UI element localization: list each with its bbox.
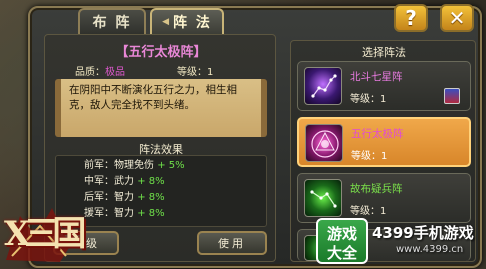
- formation-card-level: 等级：1: [350, 94, 387, 105]
- effect-row-middle: 中军：武力 + 8%: [84, 174, 266, 190]
- effect-bonus: + 5%: [157, 160, 185, 171]
- formation-description: 在阴阳中不断演化五行之力，相生相克，敌人完全找不到头绪。: [69, 84, 237, 111]
- formation-card-level: 等级：1: [351, 151, 388, 162]
- formation-title: 【五行太极阵】: [115, 45, 207, 60]
- watermark-badge-bottom: 大全: [326, 244, 357, 262]
- tab-arrow-icon: ◀: [162, 17, 172, 27]
- tab-deploy[interactable]: 布 阵: [78, 8, 146, 34]
- formation-card-name: 北斗七星阵: [350, 71, 403, 83]
- taiji-circle-icon: [305, 124, 343, 162]
- help-icon: ?: [405, 6, 417, 30]
- watermark-name: 4399手机游戏: [372, 224, 474, 242]
- game-logo-text: X三国: [4, 214, 86, 254]
- tab-formation-label: 阵 法: [173, 15, 212, 31]
- tab-formation[interactable]: ◀ 阵 法: [150, 8, 224, 34]
- effect-attribute: 武力: [114, 176, 134, 187]
- select-panel-title: 选择阵法: [362, 46, 406, 59]
- help-button[interactable]: ?: [394, 4, 428, 32]
- effect-attribute: 智力: [114, 192, 134, 203]
- formation-card-level: 等级：1: [350, 206, 387, 217]
- effect-attribute: 智力: [114, 208, 134, 219]
- effect-row-rear: 后军：智力 + 8%: [84, 190, 266, 206]
- effect-position: 前军：: [84, 160, 114, 171]
- formation-level: 等级：1: [177, 67, 214, 78]
- formation-card-name: 五行太极阵: [351, 128, 404, 140]
- close-button[interactable]: ✕: [440, 4, 474, 32]
- quality-value: 极品: [105, 67, 125, 78]
- effect-bonus: + 8%: [137, 192, 165, 203]
- watermark-badge: 游戏 大全: [316, 218, 368, 264]
- formation-card-five-elements[interactable]: 五行太极阵 等级：1: [297, 117, 471, 167]
- effect-position: 援军：: [84, 208, 114, 219]
- effect-bonus: + 8%: [137, 176, 165, 187]
- use-button[interactable]: 使用: [197, 231, 267, 255]
- effect-position: 后军：: [84, 192, 114, 203]
- watermark-badge-top: 游戏: [326, 225, 357, 243]
- formation-card-big-dipper[interactable]: 北斗七星阵 等级：1: [297, 61, 471, 111]
- star-constellation-icon: [304, 67, 342, 105]
- effects-list: 前军：物理免伤 + 5% 中军：武力 + 8% 后军：智力 + 8% 援军：智力…: [55, 155, 267, 227]
- item-badge-icon: [444, 88, 460, 104]
- green-constellation-icon: [304, 179, 342, 217]
- use-label: 使用: [218, 237, 246, 250]
- close-icon: ✕: [448, 6, 466, 30]
- quality-row: 品质：极品: [75, 63, 125, 78]
- effect-bonus: + 8%: [137, 208, 165, 219]
- watermark-url: www.4399.cn: [396, 244, 464, 255]
- effect-position: 中军：: [84, 176, 114, 187]
- description-scroll: 在阴阳中不断演化五行之力，相生相克，敌人完全找不到头绪。: [55, 79, 267, 137]
- effect-row-front: 前军：物理免伤 + 5%: [84, 158, 266, 174]
- quality-label: 品质：: [75, 67, 105, 78]
- tab-deploy-label: 布 阵: [92, 15, 132, 31]
- formation-card-decoy-troops[interactable]: 故布疑兵阵 等级：1: [297, 173, 471, 223]
- effect-row-reserve: 援军：智力 + 8%: [84, 206, 266, 222]
- formation-card-name: 故布疑兵阵: [350, 183, 403, 195]
- effect-attribute: 物理免伤: [114, 160, 154, 171]
